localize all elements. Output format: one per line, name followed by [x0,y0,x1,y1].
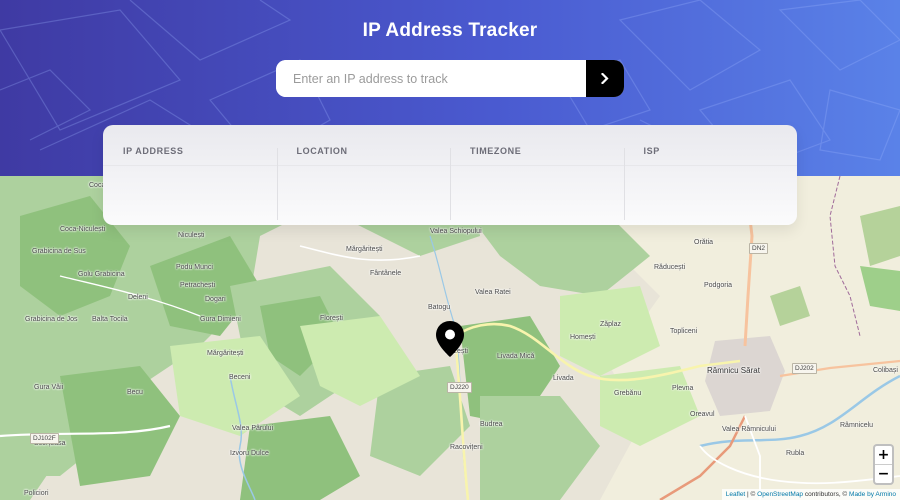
map-label: Râmnicu Sărat [707,366,760,375]
map-label: Gura Dimieni [200,316,241,323]
map-label: Podu Munci [176,264,213,271]
map-label: Orătia [694,239,714,246]
location-pin-icon[interactable] [435,320,465,358]
map-attribution: Leaflet | © OpenStreetMap contributors, … [721,489,900,500]
zoom-in-button[interactable]: + [875,446,892,464]
map-label: Niculești [178,232,205,239]
map-label: Mărgăritești [346,246,383,253]
map-label: Beceni [229,374,251,381]
info-label: ISP [643,146,660,156]
search-button[interactable] [586,60,624,97]
info-timezone: TIMEZONE [450,146,624,225]
attribution-contributors: contributors, © [803,491,850,498]
map-label: Topliceni [670,328,698,335]
map-label: Budrea [480,421,503,428]
info-label: TIMEZONE [470,146,522,156]
map-label: Răducești [654,264,686,271]
leaflet-link[interactable]: Leaflet [726,491,746,498]
map-label: Valea Pârului [232,425,274,432]
map-label: Livada Mică [497,353,535,360]
map-label: Becu [127,389,143,396]
map-label: Balta Tocila [92,316,128,323]
zoom-out-button[interactable]: − [875,464,892,482]
road-shield: DJ220 [447,382,472,393]
map-label: Valea Schiopului [430,228,482,235]
map-label: Golu Grabicina [78,271,125,278]
ip-search-input[interactable] [276,60,586,97]
map-label: Fântânele [370,270,402,277]
map-label: Izvoru Dulce [230,450,269,457]
map-label: Policiori [24,490,49,497]
openstreetmap-link[interactable]: OpenStreetMap [757,491,803,498]
ip-info-card: IP ADDRESS LOCATION TIMEZONE ISP [103,125,797,225]
map-label: Râmnicelu [840,422,874,429]
info-value [297,162,431,178]
info-value [644,162,778,178]
info-label: LOCATION [296,146,348,156]
attribution-separator: | © [745,491,758,498]
map-label: Colibași [873,367,898,374]
page-title: IP Address Tracker [362,20,538,41]
info-location: LOCATION [276,146,451,225]
map-label: Dogari [205,296,226,303]
map-label: Oreavul [690,411,715,418]
map-label: Rubla [786,450,805,457]
map-label: Livada [553,375,574,382]
map-label: Podgoria [704,282,733,289]
map-label: Zăplaz [600,321,622,328]
map-label: Homești [570,334,596,341]
search-bar [276,60,624,97]
map-label: Florești [320,315,343,322]
info-value [123,162,257,178]
zoom-control: + − [873,444,894,485]
map-label: Racovițeni [450,444,483,451]
map-label: Grabicina de Sus [32,248,86,255]
location-marker-graphic [436,321,464,357]
map-label: Petrachești [180,282,216,289]
map-label: Valea Râmnicului [722,426,776,433]
chevron-right-icon [601,73,609,84]
map-label: Grabicina de Jos [25,316,78,323]
info-isp: ISP [623,146,798,225]
map-label: Plevna [672,385,694,392]
map-label: Valea Ratei [475,289,511,296]
map-label: Deleni [128,294,148,301]
info-label: IP ADDRESS [123,146,184,156]
map-label: Coca-Niculești [60,226,106,233]
author-link[interactable]: Made by Armino [849,491,896,498]
road-shield: DJ202 [792,363,817,374]
map-label: Mărgăritești [207,350,244,357]
map-label: Batogu [428,304,451,311]
road-shield: DJ102F [30,433,59,444]
info-value [470,162,604,178]
map-label: Grebănu [614,390,642,397]
map-label: Gura Văii [34,384,64,391]
road-shield: DN2 [749,243,769,254]
info-ip-address: IP ADDRESS [103,146,277,225]
